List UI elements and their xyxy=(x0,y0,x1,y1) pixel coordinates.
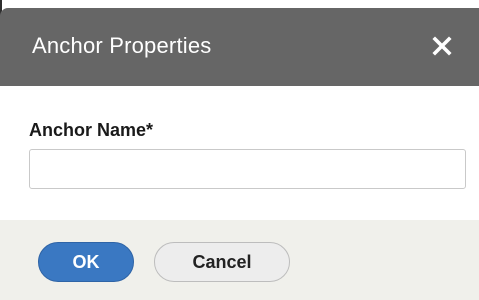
anchor-name-label: Anchor Name* xyxy=(29,120,154,140)
anchor-name-input[interactable] xyxy=(29,149,466,189)
dialog-title: Anchor Properties xyxy=(32,33,212,58)
dialog-header: Anchor Properties xyxy=(0,8,479,86)
ok-button[interactable]: OK xyxy=(38,242,134,282)
dialog-footer: OK Cancel xyxy=(0,220,479,300)
cancel-button[interactable]: Cancel xyxy=(154,242,290,282)
anchor-properties-dialog: Anchor Properties Anchor Name* OK Cancel xyxy=(0,0,479,300)
dialog-body: Anchor Name* xyxy=(0,86,479,220)
close-icon[interactable] xyxy=(430,34,454,58)
